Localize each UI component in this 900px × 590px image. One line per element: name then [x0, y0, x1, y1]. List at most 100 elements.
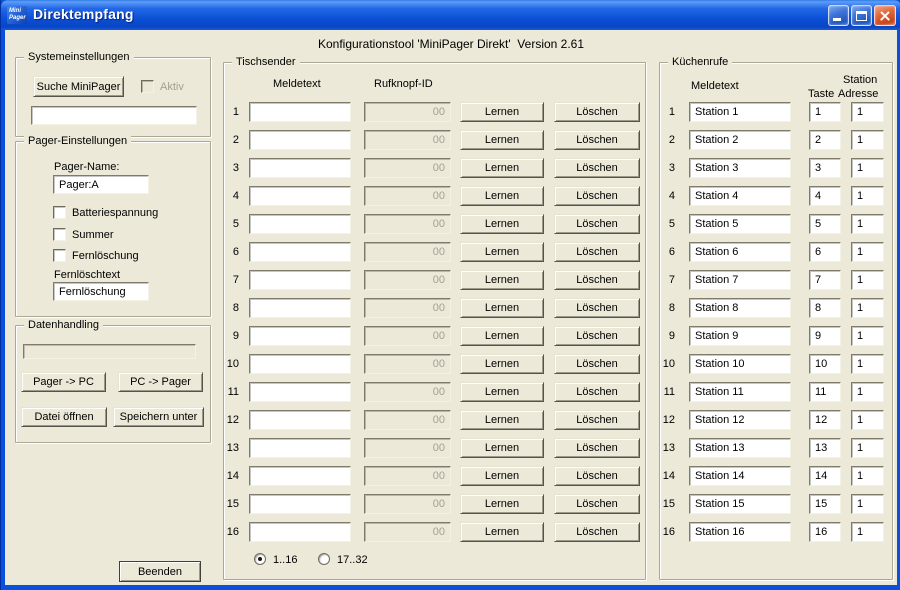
lernen-button[interactable]: Lernen	[460, 214, 544, 234]
station-meldetext-input[interactable]	[689, 326, 791, 346]
loeschen-button[interactable]: Löschen	[554, 466, 640, 486]
meldetext-input[interactable]	[249, 270, 351, 290]
loeschen-button[interactable]: Löschen	[554, 410, 640, 430]
loeschen-button[interactable]: Löschen	[554, 214, 640, 234]
lernen-button[interactable]: Lernen	[460, 354, 544, 374]
station-adresse-input[interactable]	[851, 158, 884, 178]
loeschen-button[interactable]: Löschen	[554, 242, 640, 262]
lernen-button[interactable]: Lernen	[460, 410, 544, 430]
station-adresse-input[interactable]	[851, 354, 884, 374]
meldetext-input[interactable]	[249, 522, 351, 542]
station-meldetext-input[interactable]	[689, 494, 791, 514]
batteriespannung-checkbox[interactable]	[53, 206, 66, 219]
station-meldetext-input[interactable]	[689, 214, 791, 234]
meldetext-input[interactable]	[249, 242, 351, 262]
loeschen-button[interactable]: Löschen	[554, 102, 640, 122]
station-adresse-input[interactable]	[851, 242, 884, 262]
lernen-button[interactable]: Lernen	[460, 270, 544, 290]
search-result-field[interactable]	[31, 106, 197, 125]
station-adresse-input[interactable]	[851, 214, 884, 234]
station-adresse-input[interactable]	[851, 410, 884, 430]
range-17-32-radio[interactable]	[318, 553, 330, 565]
station-meldetext-input[interactable]	[689, 438, 791, 458]
loeschen-button[interactable]: Löschen	[554, 522, 640, 542]
station-adresse-input[interactable]	[851, 186, 884, 206]
suche-minipager-button[interactable]: Suche MiniPager	[33, 76, 124, 97]
meldetext-input[interactable]	[249, 158, 351, 178]
taste-input[interactable]	[809, 242, 841, 262]
station-adresse-input[interactable]	[851, 382, 884, 402]
station-adresse-input[interactable]	[851, 494, 884, 514]
pager-to-pc-button[interactable]: Pager -> PC	[21, 372, 106, 392]
taste-input[interactable]	[809, 326, 841, 346]
taste-input[interactable]	[809, 186, 841, 206]
taste-input[interactable]	[809, 214, 841, 234]
meldetext-input[interactable]	[249, 354, 351, 374]
lernen-button[interactable]: Lernen	[460, 326, 544, 346]
taste-input[interactable]	[809, 382, 841, 402]
fernloeschung-checkbox[interactable]	[53, 249, 66, 262]
taste-input[interactable]	[809, 494, 841, 514]
pc-to-pager-button[interactable]: PC -> Pager	[118, 372, 203, 392]
taste-input[interactable]	[809, 466, 841, 486]
taste-input[interactable]	[809, 158, 841, 178]
lernen-button[interactable]: Lernen	[460, 494, 544, 514]
meldetext-input[interactable]	[249, 186, 351, 206]
station-adresse-input[interactable]	[851, 270, 884, 290]
fernloeschtext-input[interactable]	[53, 282, 149, 301]
station-meldetext-input[interactable]	[689, 102, 791, 122]
lernen-button[interactable]: Lernen	[460, 438, 544, 458]
station-adresse-input[interactable]	[851, 466, 884, 486]
meldetext-input[interactable]	[249, 130, 351, 150]
station-adresse-input[interactable]	[851, 438, 884, 458]
station-adresse-input[interactable]	[851, 102, 884, 122]
lernen-button[interactable]: Lernen	[460, 242, 544, 262]
lernen-button[interactable]: Lernen	[460, 382, 544, 402]
loeschen-button[interactable]: Löschen	[554, 158, 640, 178]
datei-oeffnen-button[interactable]: Datei öffnen	[21, 407, 107, 427]
taste-input[interactable]	[809, 354, 841, 374]
lernen-button[interactable]: Lernen	[460, 186, 544, 206]
station-meldetext-input[interactable]	[689, 186, 791, 206]
station-meldetext-input[interactable]	[689, 410, 791, 430]
minimize-button[interactable]	[828, 5, 849, 26]
meldetext-input[interactable]	[249, 410, 351, 430]
range-1-16-radio[interactable]	[254, 553, 266, 565]
loeschen-button[interactable]: Löschen	[554, 130, 640, 150]
loeschen-button[interactable]: Löschen	[554, 326, 640, 346]
station-meldetext-input[interactable]	[689, 382, 791, 402]
meldetext-input[interactable]	[249, 466, 351, 486]
taste-input[interactable]	[809, 438, 841, 458]
lernen-button[interactable]: Lernen	[460, 130, 544, 150]
close-button[interactable]	[874, 5, 896, 26]
meldetext-input[interactable]	[249, 214, 351, 234]
taste-input[interactable]	[809, 270, 841, 290]
station-adresse-input[interactable]	[851, 298, 884, 318]
lernen-button[interactable]: Lernen	[460, 298, 544, 318]
station-meldetext-input[interactable]	[689, 466, 791, 486]
taste-input[interactable]	[809, 522, 841, 542]
beenden-button[interactable]: Beenden	[119, 561, 201, 582]
taste-input[interactable]	[809, 130, 841, 150]
station-adresse-input[interactable]	[851, 130, 884, 150]
station-meldetext-input[interactable]	[689, 158, 791, 178]
meldetext-input[interactable]	[249, 494, 351, 514]
loeschen-button[interactable]: Löschen	[554, 382, 640, 402]
meldetext-input[interactable]	[249, 326, 351, 346]
loeschen-button[interactable]: Löschen	[554, 438, 640, 458]
loeschen-button[interactable]: Löschen	[554, 186, 640, 206]
lernen-button[interactable]: Lernen	[460, 158, 544, 178]
summer-checkbox[interactable]	[53, 228, 66, 241]
station-meldetext-input[interactable]	[689, 354, 791, 374]
lernen-button[interactable]: Lernen	[460, 102, 544, 122]
station-adresse-input[interactable]	[851, 522, 884, 542]
station-meldetext-input[interactable]	[689, 522, 791, 542]
station-adresse-input[interactable]	[851, 326, 884, 346]
speichern-unter-button[interactable]: Speichern unter	[113, 407, 204, 427]
loeschen-button[interactable]: Löschen	[554, 494, 640, 514]
lernen-button[interactable]: Lernen	[460, 466, 544, 486]
pager-name-input[interactable]	[53, 175, 149, 194]
station-meldetext-input[interactable]	[689, 130, 791, 150]
meldetext-input[interactable]	[249, 102, 351, 122]
taste-input[interactable]	[809, 298, 841, 318]
